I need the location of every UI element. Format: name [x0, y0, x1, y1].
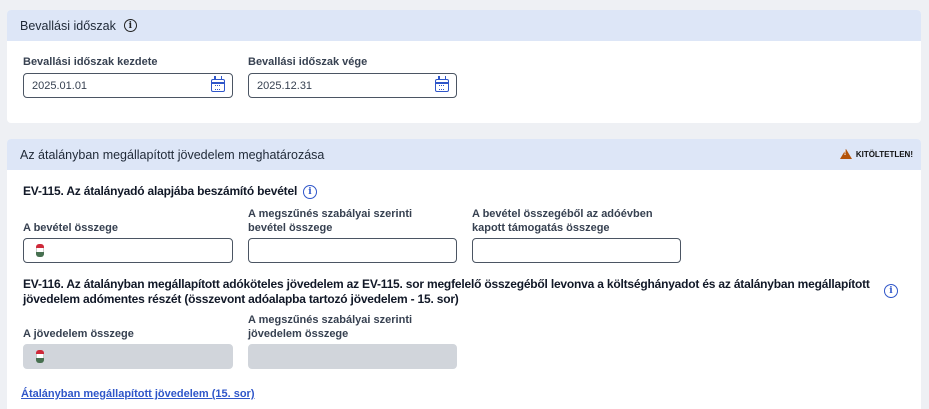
- calendar-icon[interactable]: [211, 76, 225, 92]
- status-badge: KITÖLTETLEN!: [839, 149, 913, 159]
- info-icon[interactable]: i: [123, 19, 137, 32]
- info-icon[interactable]: i: [884, 284, 898, 298]
- ev116-income-input: [23, 344, 233, 369]
- start-date-input[interactable]: 2025.01.01: [23, 73, 233, 98]
- period-card: Bevallási időszak i Bevallási időszak ke…: [7, 10, 921, 123]
- start-date-value: 2025.01.01: [32, 79, 88, 92]
- ev115-field3-label: A bevétel összegéből az adóévben kapott …: [472, 208, 653, 234]
- ev115-revenue-input[interactable]: [23, 238, 233, 263]
- ev116-title: EV-116. Az átalányban megállapított adók…: [23, 277, 870, 306]
- end-date-value: 2025.12.31: [257, 79, 313, 92]
- hungarian-flag-icon: [36, 244, 44, 257]
- ev115-title: EV-115. Az átalányadó alapjába beszámító…: [23, 184, 298, 198]
- income-line15-link[interactable]: Átalányban megállapított jövedelem (15. …: [21, 388, 255, 400]
- start-date-label: Bevallási időszak kezdete: [23, 56, 158, 68]
- income-header: Az átalányban megállapított jövedelem me…: [7, 139, 921, 170]
- ev115-termination-revenue-input[interactable]: [248, 238, 457, 263]
- period-title: Bevallási időszak: [20, 18, 116, 33]
- ev116-field2-label: A megszűnés szabályai szerinti jövedelem…: [248, 314, 413, 340]
- warning-icon: [839, 149, 852, 159]
- income-title: Az átalányban megállapított jövedelem me…: [20, 147, 325, 162]
- end-date-label: Bevallási időszak vége: [248, 56, 368, 68]
- calendar-icon[interactable]: [435, 76, 449, 92]
- ev115-subsidy-input[interactable]: [472, 238, 681, 263]
- ev115-field1-label: A bevétel összege: [23, 222, 118, 234]
- ev115-field2-label: A megszűnés szabályai szerinti bevétel ö…: [248, 208, 413, 234]
- status-badge-text: KITÖLTETLEN!: [855, 149, 913, 159]
- income-card: Az átalányban megállapított jövedelem me…: [7, 139, 921, 409]
- hungarian-flag-icon: [36, 350, 44, 363]
- ev116-termination-income-input: [248, 344, 457, 369]
- ev116-field1-label: A jövedelem összege: [23, 328, 134, 340]
- info-icon[interactable]: i: [303, 185, 317, 199]
- period-header: Bevallási időszak i: [7, 10, 921, 41]
- end-date-input[interactable]: 2025.12.31: [248, 73, 457, 98]
